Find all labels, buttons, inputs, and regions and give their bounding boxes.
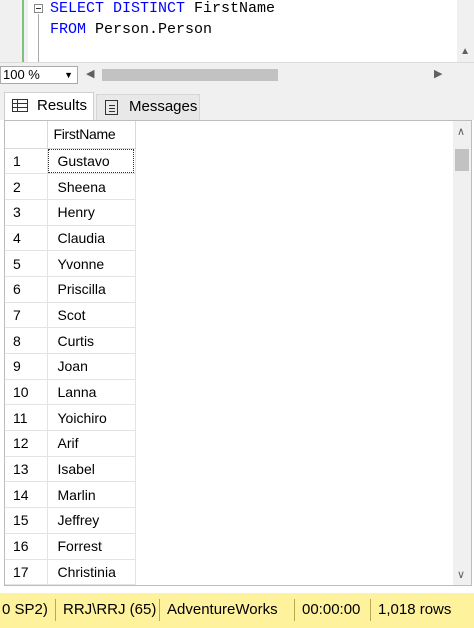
table-row[interactable]: 9 Joan [5,353,136,380]
editor-vertical-scrollbar[interactable]: ▲ [457,0,474,62]
firstname-cell[interactable]: Isabel [47,456,136,483]
scroll-left-arrow-icon[interactable]: ◀ [86,67,94,80]
grid-vertical-scrollbar[interactable]: ∧ ∨ [453,121,471,585]
firstname-cell[interactable]: Gustavo [47,148,136,175]
collapse-toggle-icon[interactable] [34,4,43,13]
tab-messages[interactable]: Messages [96,94,200,120]
table-row[interactable]: 14 Marlin [5,481,136,509]
firstname-cell[interactable]: Claudia [47,225,136,252]
tab-results[interactable]: Results [4,92,94,120]
firstname-cell[interactable]: Marlin [47,481,136,509]
messages-icon [105,100,118,115]
table-row[interactable]: 17 Christinia [5,559,136,585]
status-row-count: 1,018 rows [378,601,452,618]
row-number-cell[interactable]: 3 [5,199,48,226]
row-number-cell[interactable]: 16 [5,533,48,560]
firstname-cell[interactable]: Joan [47,353,136,380]
firstname-cell[interactable]: Curtis [47,327,136,354]
table-row[interactable]: 12 Arif [5,430,136,457]
status-database: AdventureWorks [167,601,278,618]
row-number-cell[interactable]: 5 [5,250,48,277]
row-number-cell[interactable]: 9 [5,353,48,380]
tab-results-label: Results [37,97,88,114]
row-number-cell[interactable]: 7 [5,302,48,329]
zoom-value: 100 % [3,67,40,82]
sql-keyword: FROM [50,21,87,38]
code-line-2: FROM Person.Person [50,21,212,38]
status-elapsed-time: 00:00:00 [302,601,361,618]
firstname-cell[interactable]: Forrest [47,533,136,560]
results-table: FirstName 1 Gustavo 2 Sheena 3 Henry 4 Claudia 5… [5,121,136,585]
status-separator [370,599,371,621]
column-header-firstname[interactable]: FirstName [47,121,136,149]
firstname-cell[interactable]: Sheena [47,173,136,200]
firstname-cell[interactable]: Yvonne [47,250,136,277]
firstname-cell[interactable]: Scot [47,302,136,329]
scroll-down-arrow-icon[interactable]: ∨ [457,568,465,581]
row-number-cell[interactable]: 8 [5,327,48,354]
row-number-cell[interactable]: 15 [5,507,48,534]
sql-identifier: FirstName [194,0,276,17]
dropdown-arrow-icon[interactable]: ▼ [64,67,73,83]
scroll-up-arrow-icon[interactable]: ∧ [457,125,465,138]
table-row[interactable]: 7 Scot [5,302,136,329]
table-row[interactable]: 2 Sheena [5,173,136,200]
firstname-cell[interactable]: Jeffrey [47,507,136,534]
change-indicator [22,0,24,62]
row-number-cell[interactable]: 11 [5,404,48,432]
status-separator [294,599,295,621]
table-row[interactable]: 5 Yvonne [5,250,136,277]
status-user: RRJ\RRJ (65) [63,601,157,618]
table-row[interactable]: 6 Priscilla [5,276,136,303]
table-row[interactable]: 16 Forrest [5,533,136,560]
table-row[interactable]: 8 Curtis [5,327,136,354]
row-number-cell[interactable]: 13 [5,456,48,483]
sql-identifier: Person.Person [95,21,213,38]
outline-guide [38,14,39,62]
row-number-cell[interactable]: 12 [5,430,48,457]
status-server-version: 0 SP2) [2,601,48,618]
firstname-cell[interactable]: Christinia [47,559,136,585]
row-number-cell[interactable]: 6 [5,276,48,303]
table-row[interactable]: 11 Yoichiro [5,404,136,432]
header-row: FirstName [5,121,136,149]
table-row[interactable]: 4 Claudia [5,225,136,252]
table-row[interactable]: 15 Jeffrey [5,507,136,534]
row-number-cell[interactable]: 2 [5,173,48,200]
table-row[interactable]: 10 Lanna [5,379,136,406]
status-bar: 0 SP2) RRJ\RRJ (65) AdventureWorks 00:00… [0,593,474,628]
firstname-cell[interactable]: Arif [47,430,136,457]
scroll-right-arrow-icon[interactable]: ▶ [434,67,442,80]
table-row[interactable]: 13 Isabel [5,456,136,483]
row-number-cell[interactable]: 1 [5,148,48,175]
row-number-header[interactable] [5,121,48,149]
table-row[interactable]: 1 Gustavo [5,148,136,175]
query-editor[interactable]: SELECT DISTINCT FirstName FROM Person.Pe… [0,0,474,62]
table-row[interactable]: 3 Henry [5,199,136,226]
scroll-up-arrow-icon[interactable]: ▲ [460,46,470,57]
tab-messages-label: Messages [129,98,198,115]
sql-keyword: SELECT DISTINCT [50,0,186,17]
row-number-cell[interactable]: 14 [5,481,48,509]
row-number-cell[interactable]: 17 [5,559,48,585]
results-grid[interactable]: FirstName 1 Gustavo 2 Sheena 3 Henry 4 Claudia 5… [4,120,472,586]
grid-icon [12,99,28,112]
firstname-cell[interactable]: Lanna [47,379,136,406]
results-tab-strip: Results Messages [0,86,474,120]
firstname-cell[interactable]: Priscilla [47,276,136,303]
code-line-1: SELECT DISTINCT FirstName [50,0,275,17]
firstname-cell[interactable]: Henry [47,199,136,226]
firstname-cell[interactable]: Yoichiro [47,404,136,432]
horizontal-scroll-thumb[interactable] [102,69,278,81]
row-number-cell[interactable]: 10 [5,379,48,406]
zoom-dropdown[interactable]: 100 % ▼ [0,66,78,84]
vertical-scroll-thumb[interactable] [455,149,469,171]
status-separator [159,599,160,621]
status-separator [55,599,56,621]
row-number-cell[interactable]: 4 [5,225,48,252]
editor-zoom-bar: 100 % ▼ ◀ ▶ [0,62,474,87]
